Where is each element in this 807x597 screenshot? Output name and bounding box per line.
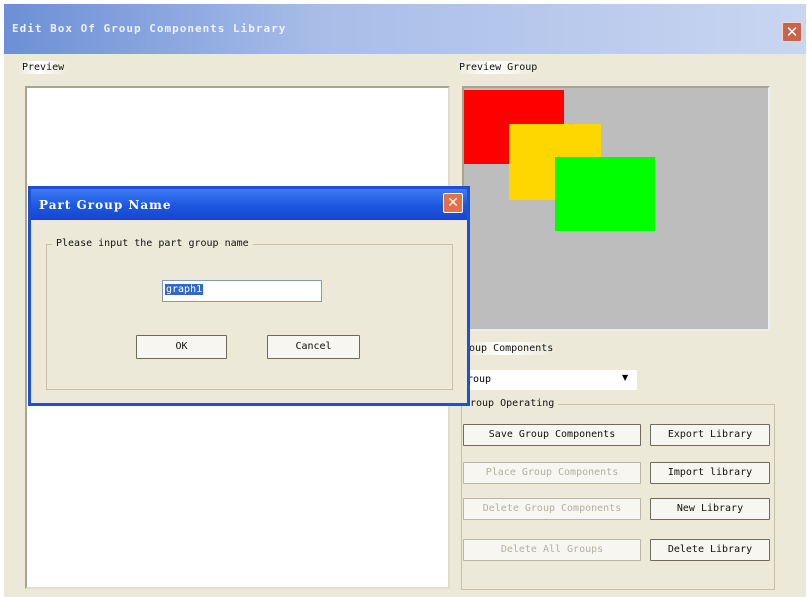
dialog-title: Part Group Name (39, 198, 172, 212)
input-selected-text: graph1 (165, 284, 204, 295)
chevron-down-icon[interactable]: ▼ (622, 373, 628, 382)
part-group-name-dialog: Part Group Name ✕ Please input the part … (28, 186, 470, 406)
dialog-group-box (46, 244, 453, 390)
title-bar: Edit Box Of Group Components Library ✕ (4, 4, 806, 54)
group-components-select[interactable]: roup ▼ (465, 370, 637, 390)
preview-label: Preview (18, 61, 69, 74)
delete-library-button[interactable]: Delete Library (650, 539, 770, 561)
export-library-button[interactable]: Export Library (650, 424, 770, 446)
delete-all-groups-button[interactable]: Delete All Groups (463, 539, 641, 561)
cancel-button[interactable]: Cancel (267, 335, 360, 359)
preview-group-panel (462, 86, 770, 331)
green-square (555, 157, 655, 231)
close-icon[interactable]: ✕ (782, 22, 802, 42)
dialog-close-icon[interactable]: ✕ (443, 193, 463, 213)
ok-button[interactable]: OK (136, 335, 227, 359)
window-title: Edit Box Of Group Components Library (12, 22, 287, 35)
part-group-name-input[interactable]: graph1 (162, 280, 322, 302)
preview-group-label: Preview Group (455, 61, 542, 74)
dialog-title-bar: Part Group Name ✕ (31, 189, 467, 220)
new-library-button[interactable]: New Library (650, 498, 770, 520)
save-group-components-button[interactable]: Save Group Components (463, 424, 641, 446)
import-library-button[interactable]: Import library (650, 462, 770, 484)
group-components-value: roup (467, 374, 492, 385)
dialog-group-label: Please input the part group name (52, 237, 253, 250)
group-components-label: oup Components (465, 342, 558, 355)
delete-group-components-button[interactable]: Delete Group Components (463, 498, 641, 520)
group-operating-label: roup Operating (466, 397, 559, 410)
place-group-components-button[interactable]: Place Group Components (463, 462, 641, 484)
